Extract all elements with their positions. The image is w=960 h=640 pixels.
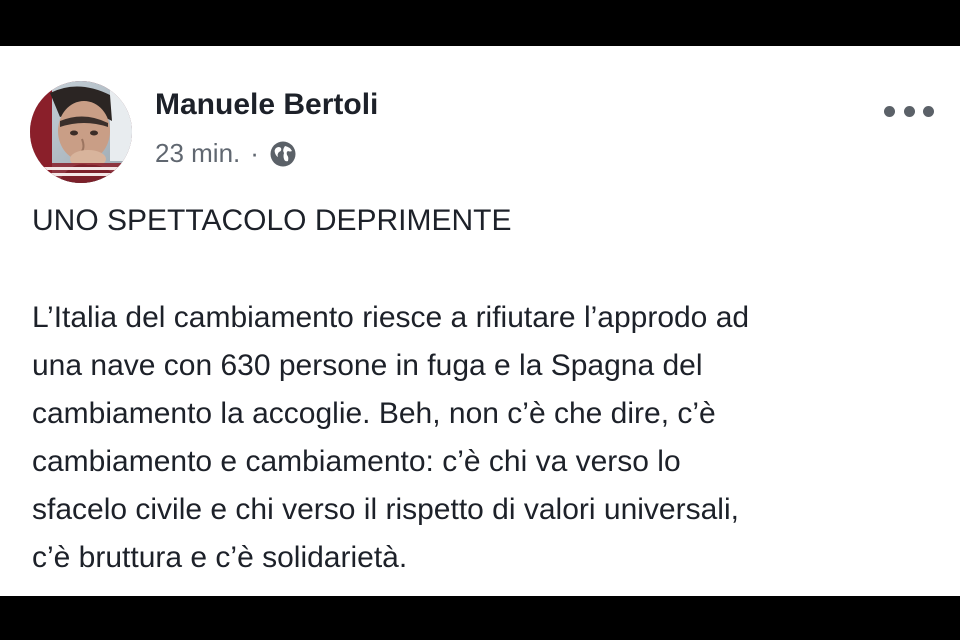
post-body-line: c’è bruttura e c’è solidarietà.: [32, 541, 408, 574]
post-body-line: cambiamento la accoglie. Beh, non c’è ch…: [32, 397, 716, 430]
post-body-line: sfacelo civile e chi verso il rispetto d…: [32, 493, 739, 526]
author-name[interactable]: Manuele Bertoli: [155, 88, 378, 122]
more-options-button[interactable]: [884, 98, 934, 124]
more-options-icon: [884, 105, 895, 117]
post-body-line: una nave con 630 persone in fuga e la Sp…: [32, 349, 703, 382]
avatar[interactable]: [30, 81, 132, 183]
avatar-photo: [30, 81, 132, 183]
facebook-post: Manuele Bertoli 23 min. · UNO SPETTACOLO…: [0, 46, 960, 596]
post-body-line: L’Italia del cambiamento riesce a rifiut…: [32, 301, 750, 334]
screenshot-frame: Manuele Bertoli 23 min. · UNO SPETTACOLO…: [0, 0, 960, 640]
post-meta: 23 min. ·: [155, 138, 297, 169]
post-headline: UNO SPETTACOLO DEPRIMENTE: [32, 204, 512, 237]
meta-separator: ·: [250, 138, 259, 168]
more-options-dot: [903, 105, 915, 117]
post-body-line: cambiamento e cambiamento: c’è chi va ve…: [32, 445, 681, 478]
more-options-dot: [923, 105, 934, 117]
globe-icon: [269, 140, 297, 168]
post-timestamp[interactable]: 23 min.: [155, 138, 240, 169]
post-body: L’Italia del cambiamento riesce a rifiut…: [32, 294, 932, 582]
